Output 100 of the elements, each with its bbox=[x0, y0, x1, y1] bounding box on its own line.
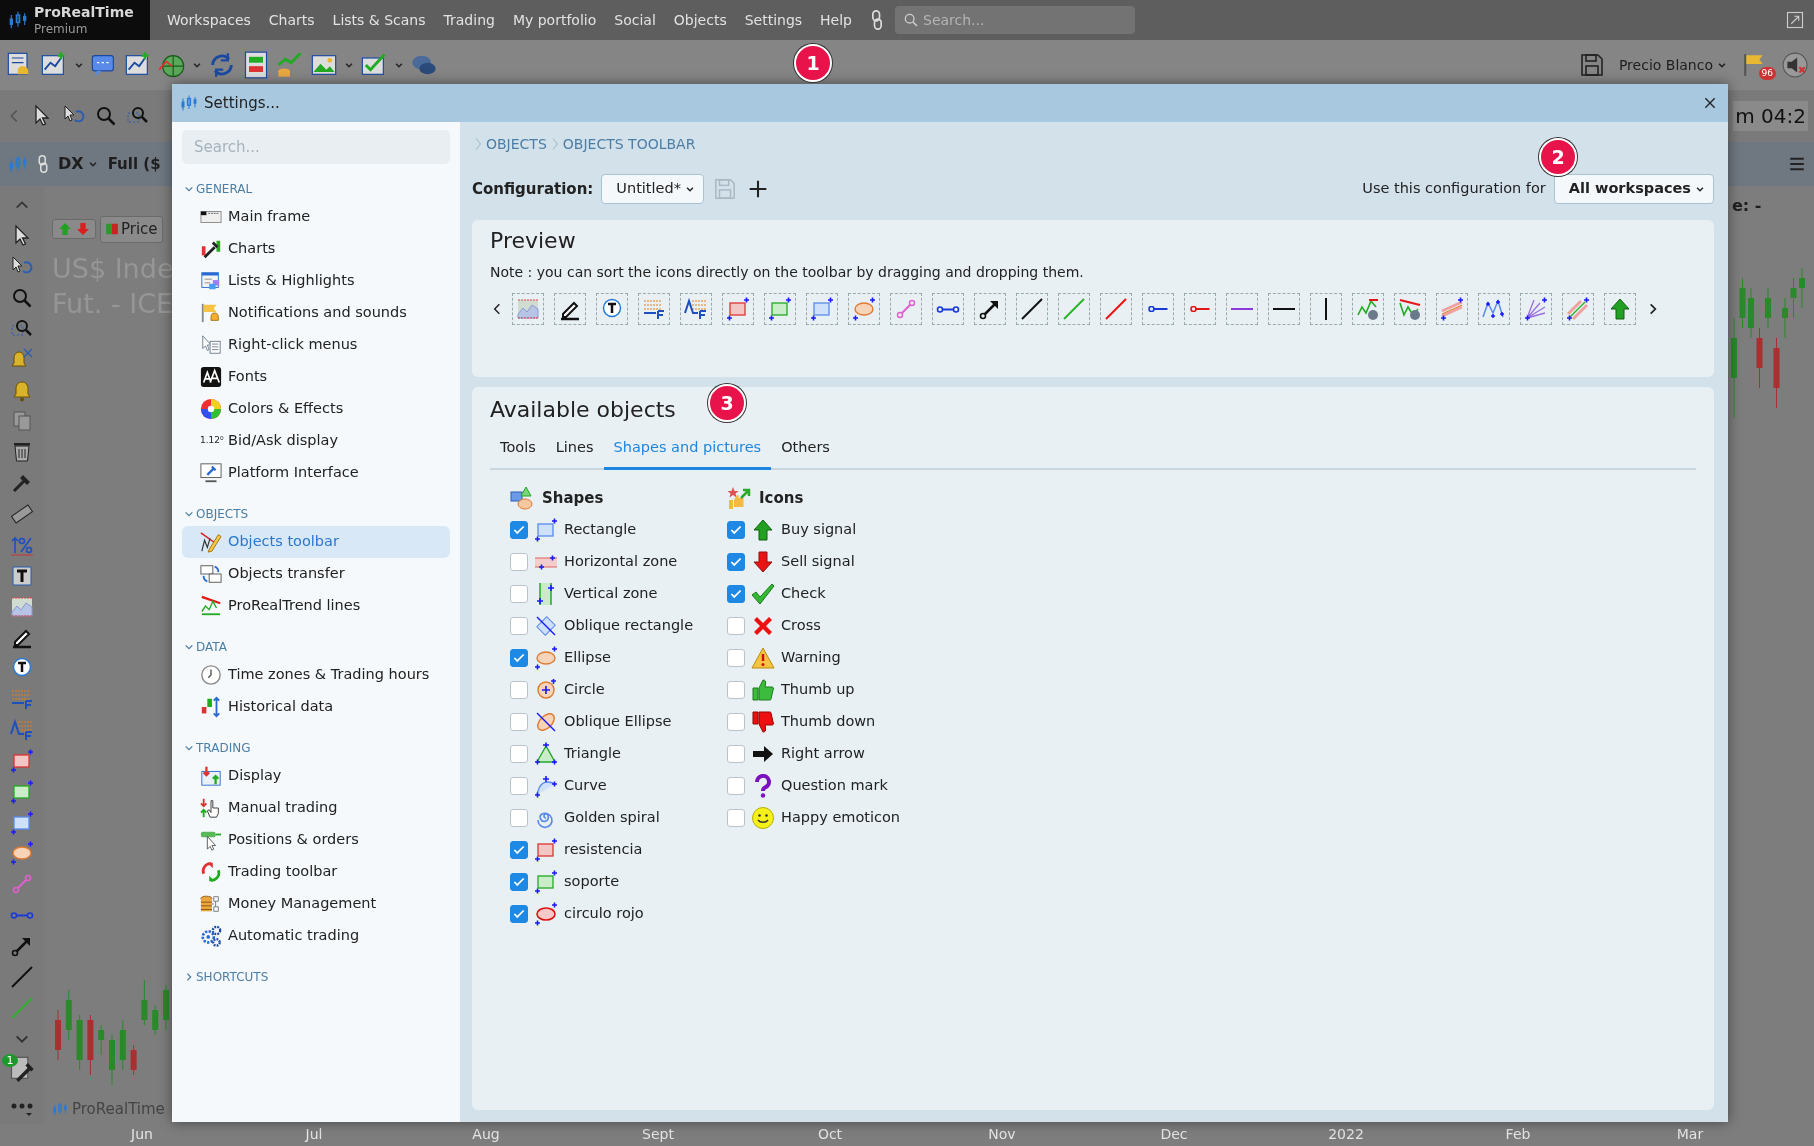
fan-icon[interactable] bbox=[1524, 297, 1548, 322]
sidebar-item[interactable]: Time zones & Trading hours bbox=[182, 659, 450, 691]
sidebar-item[interactable]: Platform Interface bbox=[182, 457, 450, 489]
checkbox[interactable] bbox=[510, 649, 528, 668]
area-chart-icon[interactable] bbox=[516, 297, 540, 322]
checkbox[interactable] bbox=[510, 521, 528, 540]
option-label[interactable]: Check bbox=[781, 583, 826, 605]
ray-icon[interactable] bbox=[1189, 306, 1211, 313]
sidebar-item[interactable]: Fonts bbox=[182, 361, 450, 393]
horizontal-line-icon[interactable] bbox=[1272, 307, 1296, 312]
section-header[interactable]: GENERAL bbox=[182, 177, 255, 201]
checkbox[interactable] bbox=[510, 617, 528, 636]
checkbox[interactable] bbox=[727, 617, 745, 636]
checkbox[interactable] bbox=[510, 585, 528, 604]
sidebar-item[interactable]: Notifications and sounds bbox=[182, 297, 450, 329]
option-label[interactable]: Buy signal bbox=[781, 519, 857, 541]
rectangle-icon[interactable] bbox=[810, 297, 834, 322]
sidebar-item[interactable]: Manual trading bbox=[182, 792, 450, 824]
sidebar-item[interactable]: Automatic trading bbox=[182, 920, 450, 952]
rectangle-icon[interactable] bbox=[726, 297, 750, 322]
checkbox[interactable] bbox=[727, 809, 745, 828]
option-label[interactable]: soporte bbox=[564, 871, 620, 893]
checkbox[interactable] bbox=[510, 873, 528, 892]
sidebar-item[interactable]: Money Management bbox=[182, 888, 450, 920]
checkbox[interactable] bbox=[510, 905, 528, 924]
sidebar-item[interactable]: Objects transfer bbox=[182, 558, 450, 590]
ray-icon[interactable] bbox=[1147, 306, 1169, 313]
checkbox[interactable] bbox=[510, 553, 528, 572]
checkbox[interactable] bbox=[727, 521, 745, 540]
option-label[interactable]: circulo rojo bbox=[564, 903, 644, 925]
menu-item[interactable]: Workspaces bbox=[158, 9, 260, 31]
trend-line-icon[interactable] bbox=[1356, 297, 1380, 322]
checkbox[interactable] bbox=[727, 713, 745, 732]
menu-item[interactable]: Trading bbox=[434, 9, 504, 31]
checkbox[interactable] bbox=[727, 745, 745, 764]
option-label[interactable]: Horizontal zone bbox=[564, 551, 678, 573]
ellipse-icon[interactable] bbox=[852, 297, 876, 322]
section-header[interactable]: SHORTCUTS bbox=[182, 965, 271, 989]
checkbox[interactable] bbox=[510, 745, 528, 764]
segment-icon[interactable] bbox=[936, 305, 960, 313]
checkbox[interactable] bbox=[510, 777, 528, 796]
sidebar-item[interactable]: Positions & orders bbox=[182, 824, 450, 856]
checkbox[interactable] bbox=[727, 649, 745, 668]
option-label[interactable]: Oblique Ellipse bbox=[564, 711, 672, 733]
option-label[interactable]: Thumb up bbox=[781, 679, 855, 701]
option-label[interactable]: Ellipse bbox=[564, 647, 611, 669]
option-label[interactable]: Happy emoticon bbox=[781, 807, 901, 829]
section-header[interactable]: OBJECTS bbox=[182, 502, 251, 526]
menu-item[interactable]: Objects bbox=[664, 9, 736, 31]
option-label[interactable]: Oblique rectangle bbox=[564, 615, 694, 637]
search-field[interactable]: Search... bbox=[182, 130, 450, 164]
checkbox[interactable] bbox=[510, 809, 528, 828]
option-label[interactable]: Golden spiral bbox=[564, 807, 660, 829]
option-label[interactable]: Rectangle bbox=[564, 519, 637, 541]
option-label[interactable]: Circle bbox=[564, 679, 605, 701]
option-label[interactable]: Curve bbox=[564, 775, 607, 797]
option-label[interactable]: Cross bbox=[781, 615, 821, 637]
option-label[interactable]: Vertical zone bbox=[564, 583, 658, 605]
menu-item[interactable]: Help bbox=[811, 9, 861, 31]
option-label[interactable]: Question mark bbox=[781, 775, 888, 797]
sidebar-item[interactable]: Charts bbox=[182, 233, 450, 265]
trend-line-icon[interactable] bbox=[1398, 297, 1422, 322]
option-label[interactable]: Sell signal bbox=[781, 551, 855, 573]
price-button[interactable]: Price bbox=[100, 216, 163, 243]
sidebar-item[interactable]: Display bbox=[182, 760, 450, 792]
sidebar-item[interactable]: Lists & Highlights bbox=[182, 265, 450, 297]
menu-item[interactable]: Lists & Scans bbox=[323, 9, 435, 31]
menu-item[interactable]: My portfolio bbox=[503, 9, 606, 31]
option-label[interactable]: Thumb down bbox=[781, 711, 876, 733]
fibonacci-icon[interactable] bbox=[684, 297, 708, 322]
workspace-scope-dropdown[interactable]: All workspaces bbox=[1553, 174, 1714, 204]
workspace-dropdown[interactable]: Precio Blanco bbox=[1609, 54, 1736, 76]
fibonacci-icon[interactable] bbox=[642, 297, 666, 322]
option-label[interactable]: Right arrow bbox=[781, 743, 865, 765]
rectangle-icon[interactable] bbox=[768, 297, 792, 322]
vertical-line-icon[interactable] bbox=[1324, 297, 1328, 322]
line-icon[interactable] bbox=[1020, 297, 1044, 322]
checkbox[interactable] bbox=[510, 841, 528, 860]
checkbox[interactable] bbox=[727, 585, 745, 604]
sidebar-item[interactable]: Objects toolbar bbox=[182, 526, 450, 558]
checkbox[interactable] bbox=[727, 681, 745, 700]
sidebar-item[interactable]: Trading toolbar bbox=[182, 856, 450, 888]
checkbox[interactable] bbox=[510, 713, 528, 732]
checkbox[interactable] bbox=[727, 553, 745, 572]
option-label[interactable]: Triangle bbox=[564, 743, 621, 765]
menu-item[interactable]: Social bbox=[605, 9, 665, 31]
sidebar-item[interactable]: Historical data bbox=[182, 691, 450, 723]
sidebar-item[interactable]: ProRealTrend lines bbox=[182, 590, 450, 622]
sidebar-item[interactable]: Main frame bbox=[182, 201, 450, 233]
sidebar-item[interactable]: Right-click menus bbox=[182, 329, 450, 361]
sidebar-item[interactable]: Colors & Effects bbox=[182, 393, 450, 425]
up-arrow-icon[interactable] bbox=[1608, 297, 1632, 322]
search-field[interactable]: Search... bbox=[895, 6, 1135, 34]
configuration-dropdown[interactable]: Untitled* bbox=[601, 174, 704, 204]
checkbox[interactable] bbox=[510, 681, 528, 700]
tab[interactable]: Lines bbox=[545, 431, 604, 471]
channel-icon[interactable] bbox=[1566, 297, 1590, 322]
option-label[interactable]: resistencia bbox=[564, 839, 643, 861]
checkbox[interactable] bbox=[727, 777, 745, 796]
option-label[interactable]: Warning bbox=[781, 647, 841, 669]
